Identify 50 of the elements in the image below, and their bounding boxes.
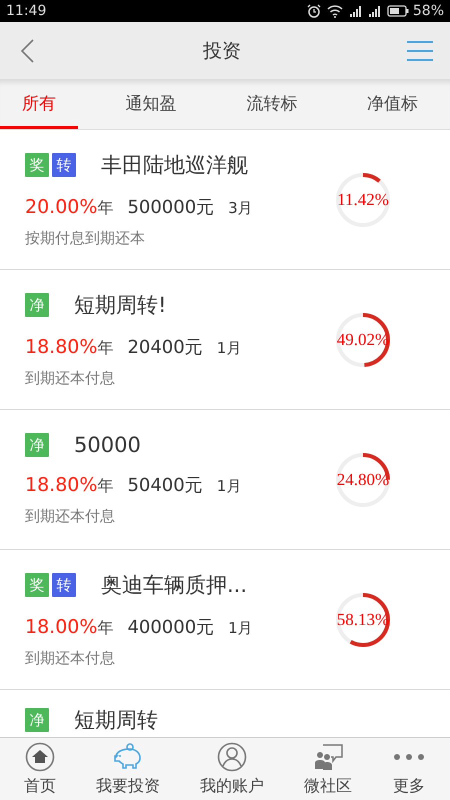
- clock-time: 11:49: [6, 3, 46, 19]
- tag-badge: 奖: [25, 573, 49, 597]
- battery-percent: 58%: [412, 3, 444, 19]
- tag-badge: 奖: [25, 153, 49, 177]
- annual-rate: 18.80%: [25, 474, 98, 496]
- tag-badge: 转: [52, 573, 76, 597]
- loan-amount: 50400元: [127, 474, 203, 497]
- product-title: 丰田陆地巡洋舰: [101, 152, 248, 179]
- rate-unit: 年: [97, 338, 114, 359]
- loan-amount: 500000元: [127, 196, 214, 219]
- annual-rate: 18.00%: [25, 616, 98, 638]
- repayment-method: 到期还本付息: [25, 649, 116, 668]
- wifi-icon: [326, 4, 343, 18]
- loan-term: 1月: [216, 477, 242, 496]
- product-title: 奥迪车辆质押...: [101, 572, 248, 599]
- product-title: 短期周转!: [74, 292, 166, 319]
- progress-percent: 24.80%: [336, 470, 390, 490]
- loan-term: 1月: [228, 619, 253, 638]
- loan-term: 1月: [216, 339, 242, 358]
- tag-badge: 净: [25, 708, 49, 732]
- nav-item[interactable]: 微社区: [302, 738, 354, 800]
- annual-rate: 20.00%: [25, 196, 98, 218]
- rate-unit: 年: [97, 476, 114, 497]
- repayment-method: 到期还本付息: [25, 369, 116, 388]
- repayment-method: 按期付息到期还本: [25, 229, 146, 248]
- nav-item[interactable]: 我的账户: [198, 738, 266, 800]
- repayment-method: 到期还本付息: [25, 507, 116, 526]
- nav-item[interactable]: 更多: [390, 738, 428, 800]
- annual-rate: 18.80%: [25, 336, 98, 358]
- signal-icon: [348, 5, 362, 17]
- page-title: 投资: [203, 38, 241, 64]
- loan-amount: 20400元: [127, 336, 203, 359]
- loan-term: 3月: [228, 199, 253, 218]
- nav-item[interactable]: 我要投资: [94, 738, 162, 800]
- tab[interactable]: 通知盈: [104, 80, 199, 129]
- product-title: 短期周转: [74, 707, 158, 733]
- nav-item[interactable]: 首页: [22, 738, 58, 800]
- progress-percent: 11.42%: [337, 190, 389, 210]
- signal-icon: [368, 5, 381, 17]
- rate-unit: 年: [97, 198, 114, 219]
- alarm-icon: [306, 4, 321, 18]
- tab[interactable]: 净值标: [344, 80, 440, 129]
- tab[interactable]: 流转标: [224, 80, 320, 129]
- battery-icon: [386, 5, 409, 17]
- tag-badge: 转: [52, 153, 76, 177]
- rate-unit: 年: [97, 618, 114, 639]
- product-title: 50000: [74, 433, 141, 457]
- loan-amount: 400000元: [127, 616, 214, 639]
- tag-badge: 净: [25, 433, 49, 457]
- tag-badge: 净: [25, 293, 49, 317]
